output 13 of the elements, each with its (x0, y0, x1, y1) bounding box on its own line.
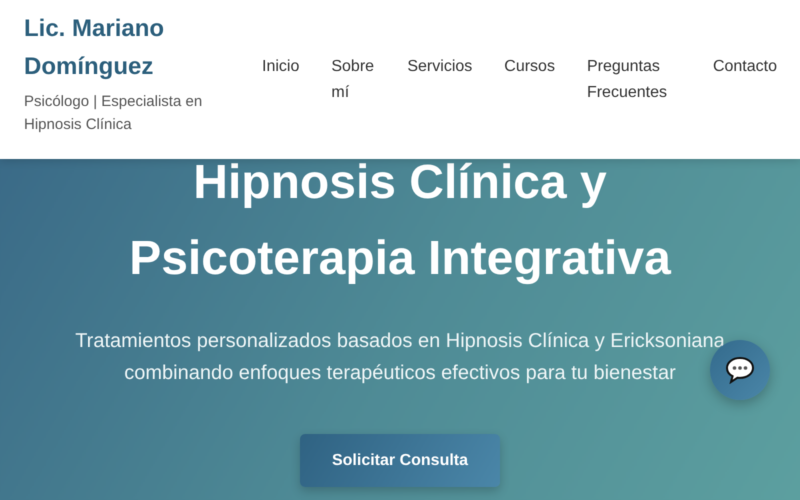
site-title[interactable]: Lic. Mariano Domínguez (24, 10, 184, 86)
nav-link[interactable]: Servicios (407, 54, 472, 80)
nav-link[interactable]: Inicio (262, 54, 300, 80)
hero-title: Psicoterapia Integrativa (129, 231, 671, 287)
consultation-button[interactable]: Solicitar Consulta (300, 434, 500, 487)
nav-link[interactable]: Sobre mí (331, 54, 376, 106)
nav-link[interactable]: Preguntas Frecuentes (586, 54, 681, 106)
hero-subtitle: Tratamientos personalizados basados en Hipnosis Clínica y Ericksoniana combinando enfoques terapéuticos efectivos para tu bienestar (74, 329, 726, 386)
nav-link[interactable]: Contacto (712, 54, 777, 80)
nav-link[interactable]: Cursos (504, 54, 555, 80)
hero-title: Hipnosis Clínica y (193, 155, 607, 211)
speech-bubble-icon (725, 356, 755, 384)
tagline: Psicólogo | Especialista en Hipnosis Clínica (24, 92, 204, 135)
